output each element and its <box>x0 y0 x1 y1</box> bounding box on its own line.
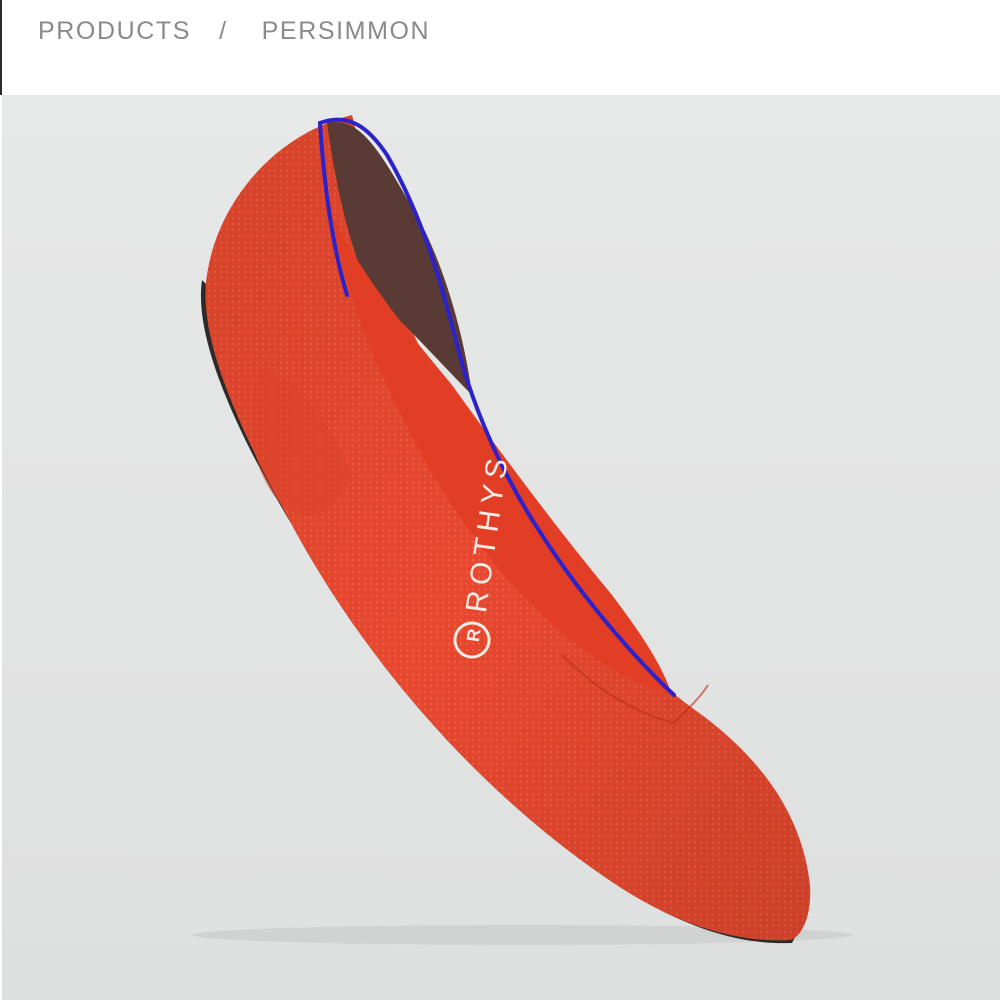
svg-text:R: R <box>463 627 485 643</box>
breadcrumb-products-link[interactable]: PRODUCTS <box>38 17 191 46</box>
page-edge <box>0 0 2 95</box>
breadcrumb-current: PERSIMMON <box>261 16 431 45</box>
product-image[interactable]: R ROTHYS <box>2 95 1000 1000</box>
shoe-illustration: R ROTHYS <box>192 115 852 945</box>
breadcrumb-separator: / <box>219 16 228 45</box>
breadcrumb: PRODUCTS / PERSIMMON <box>38 14 430 48</box>
